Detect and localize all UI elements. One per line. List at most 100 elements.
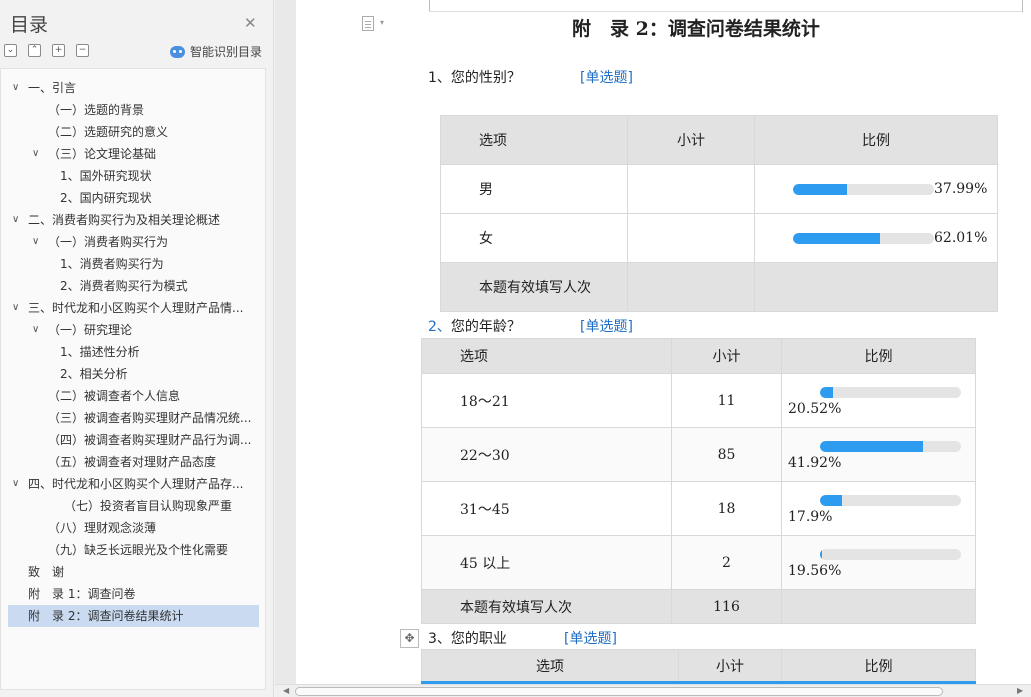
header-count: 小计 — [627, 115, 755, 165]
toc-item[interactable]: 1、国外研究现状 — [8, 165, 259, 187]
header-count: 小计 — [678, 649, 782, 682]
header-option: 选项 — [421, 649, 679, 682]
toc-item[interactable]: （五）被调查者对理财产品态度 — [8, 451, 259, 473]
option-cell: 31～45 — [421, 481, 672, 536]
question-2-table: 选项 小计 比例 18～21 11 20.52% 22～30 85 41.92%… — [421, 338, 976, 624]
percent-label: 62.01% — [934, 230, 988, 246]
chevron-down-icon[interactable]: ∨ — [32, 319, 39, 341]
toc-item[interactable]: ∨ 一、引言 — [8, 77, 259, 99]
ai-robot-icon — [170, 45, 185, 58]
toc-item-label: （九）缺乏长远眼光及个性化需要 — [48, 543, 229, 557]
header-option: 选项 — [440, 115, 628, 165]
close-icon[interactable]: ✕ — [244, 14, 257, 32]
footer-label: 本题有效填写人次 — [440, 262, 628, 312]
toc-item-label: 2、国内研究现状 — [60, 191, 152, 205]
question-3-type[interactable]: [单选题] — [564, 628, 617, 648]
toc-item[interactable]: ∨ （三）论文理论基础 — [8, 143, 259, 165]
chevron-down-icon[interactable]: ▾ — [380, 18, 384, 27]
toc-item[interactable]: 2、相关分析 — [8, 363, 259, 385]
toc-item[interactable]: （四）被调查者购买理财产品行为调... — [8, 429, 259, 451]
toc-item-label: 附 录 2：调查问卷结果统计 — [28, 609, 184, 623]
header-ratio: 比例 — [781, 649, 976, 682]
percent-label: 19.56% — [788, 562, 842, 579]
progress-fill — [793, 183, 847, 195]
toc-item[interactable]: （一）选题的背景 — [8, 99, 259, 121]
count-cell: 18 — [671, 481, 782, 536]
toc-item[interactable]: （三）被调查者购买理财产品情况统... — [8, 407, 259, 429]
progress-bar — [820, 495, 961, 506]
count-cell — [627, 213, 755, 263]
margin-marker-right — [1022, 0, 1023, 12]
collapse-all-icon[interactable]: ⌄ — [4, 44, 17, 57]
progress-fill — [820, 495, 842, 506]
scroll-right-icon[interactable]: ▶ — [1017, 686, 1023, 695]
toc-item-label: （三）论文理论基础 — [48, 147, 157, 161]
chevron-down-icon[interactable]: ∨ — [32, 231, 39, 253]
footer-count — [627, 262, 755, 312]
header-ratio: 比例 — [754, 115, 998, 165]
toc-item[interactable]: （八）理财观念淡薄 — [8, 517, 259, 539]
question-1-type[interactable]: [单选题] — [580, 67, 633, 87]
table-row: 男 37.99% — [440, 164, 998, 214]
toc-item[interactable]: （二）被调查者个人信息 — [8, 385, 259, 407]
expand-up-icon[interactable]: ⌃ — [28, 44, 41, 57]
progress-fill — [820, 549, 823, 560]
progress-fill — [793, 232, 881, 244]
toc-sidebar: 目录 ✕ ⌄ ⌃ + − 智能识别目录 ∨ 一、引言 （一）选题的背景 （二）选题研究… — [0, 0, 274, 697]
toc-item-label: （五）被调查者对理财产品态度 — [48, 455, 217, 469]
toc-item[interactable]: 2、消费者购买行为模式 — [8, 275, 259, 297]
appendix-title: 附 录 2：调查问卷结果统计 — [572, 18, 820, 40]
question-2-text: 您的年龄？ — [450, 319, 521, 335]
question-2-type[interactable]: [单选题] — [580, 316, 633, 336]
percent-label: 20.52% — [788, 400, 842, 417]
toc-item[interactable]: 附 录 2：调查问卷结果统计 — [8, 605, 259, 627]
ratio-cell: 17.9% — [781, 481, 976, 536]
add-level-icon[interactable]: + — [52, 44, 65, 57]
toc-item[interactable]: ∨ 二、消费者购买行为及相关理论概述 — [8, 209, 259, 231]
toc-item[interactable]: ∨ （一）研究理论 — [8, 319, 259, 341]
question-2-number: 2、 — [428, 319, 451, 335]
toc-item[interactable]: 1、消费者购买行为 — [8, 253, 259, 275]
toc-item-label: （一）消费者购买行为 — [48, 235, 169, 249]
move-handle-icon[interactable]: ✥ — [400, 629, 419, 648]
toc-item[interactable]: 1、描述性分析 — [8, 341, 259, 363]
page-options-icon[interactable] — [362, 16, 374, 31]
sidebar-title: 目录 — [10, 14, 49, 36]
count-cell: 11 — [671, 373, 782, 428]
toc-item[interactable]: 致 谢 — [8, 561, 259, 583]
toc-item[interactable]: ∨ （一）消费者购买行为 — [8, 231, 259, 253]
progress-bar — [820, 549, 961, 560]
scroll-left-icon[interactable]: ◀ — [283, 686, 289, 695]
toc-item[interactable]: ∨ 三、时代龙和小区购买个人理财产品情... — [8, 297, 259, 319]
smart-toc-label: 智能识别目录 — [190, 45, 263, 59]
chevron-down-icon[interactable]: ∨ — [12, 209, 19, 231]
progress-fill — [820, 441, 924, 452]
chevron-down-icon[interactable]: ∨ — [32, 143, 39, 165]
toc-item-label: 四、时代龙和小区购买个人理财产品存... — [28, 477, 244, 491]
progress-bar — [793, 183, 934, 195]
footer-empty — [781, 589, 976, 624]
toc-item[interactable]: ∨ 四、时代龙和小区购买个人理财产品存... — [8, 473, 259, 495]
table-row: 女 62.01% — [440, 213, 998, 263]
toc-item[interactable]: （二）选题研究的意义 — [8, 121, 259, 143]
percent-label: 41.92% — [788, 454, 842, 471]
smart-toc-button[interactable]: 智能识别目录 — [170, 43, 262, 60]
toc-item-label: （一）选题的背景 — [48, 103, 145, 117]
toc-item[interactable]: 附 录 1：调查问卷 — [8, 583, 259, 605]
count-cell: 85 — [671, 427, 782, 482]
chevron-down-icon[interactable]: ∨ — [12, 77, 19, 99]
count-cell — [627, 164, 755, 214]
header-option: 选项 — [421, 338, 672, 374]
chevron-down-icon[interactable]: ∨ — [12, 473, 19, 495]
remove-level-icon[interactable]: − — [76, 44, 89, 57]
toc-item[interactable]: （九）缺乏长远眼光及个性化需要 — [8, 539, 259, 561]
toc-item-label: 二、消费者购买行为及相关理论概述 — [28, 213, 221, 227]
question-1-text: 您的性别？ — [450, 70, 521, 86]
chevron-down-icon[interactable]: ∨ — [12, 297, 19, 319]
toc-item[interactable]: 2、国内研究现状 — [8, 187, 259, 209]
progress-bar — [793, 232, 934, 244]
horizontal-scrollbar[interactable]: ◀ ▶ — [275, 684, 1031, 697]
percent-label: 17.9% — [788, 508, 833, 525]
toc-item[interactable]: （七）投资者盲目认购现象严重 — [8, 495, 259, 517]
scrollbar-thumb[interactable] — [295, 687, 943, 696]
